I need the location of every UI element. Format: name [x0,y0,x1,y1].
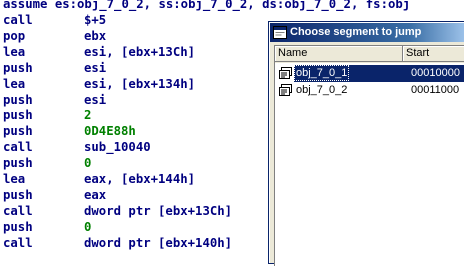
instruction-operand: esi [84,92,107,107]
instruction-mnemonic: push [3,92,33,107]
instruction-mnemonic: call [3,140,33,155]
instruction-operand: esi, [ebx+134h] [84,76,196,91]
segment-icon [279,84,292,96]
instruction-mnemonic: push [3,187,33,202]
segment-name: obj_7_0_2 [296,84,348,96]
instruction-operand: sub_10040 [84,140,151,155]
instruction-operand: esi [84,60,107,75]
instruction-mnemonic: push [3,219,33,234]
instruction-operand: $+5 [84,13,107,27]
segment-name: obj_7_0_1 [294,65,350,81]
column-header-name[interactable]: Name [275,46,403,62]
segment-list[interactable]: Name Start obj_7_0_1 00010000 obj_7_0_2 … [274,45,464,266]
window-icon [273,26,287,39]
instruction-operand: 0D4E88h [84,124,136,139]
instruction-operand: dword ptr [ebx+13Ch] [84,203,233,218]
segment-icon [279,67,292,79]
instruction-mnemonic: push [3,156,33,171]
instruction-operand: 0 [84,219,92,234]
list-header: Name Start [275,46,464,63]
instruction-operand: 0 [84,156,92,171]
instruction-operand: dword ptr [ebx+140h] [84,235,233,250]
instruction-mnemonic: push [3,124,33,139]
segment-start: 00010000 [411,67,460,79]
instruction-mnemonic: lea [3,76,26,91]
instruction-operand: ebx [84,28,107,43]
segment-row[interactable]: obj_7_0_2 00011000 [275,82,464,99]
instruction-mnemonic: call [3,13,33,27]
instruction-operand: eax [84,187,107,202]
instruction-mnemonic: lea [3,44,26,59]
instruction-mnemonic: push [3,108,33,123]
instruction-operand: esi, [ebx+13Ch] [84,44,196,59]
dialog-title-bar[interactable]: Choose segment to jump [270,23,464,42]
choose-segment-dialog[interactable]: Choose segment to jump Name Start obj_7_… [269,22,464,266]
segment-start: 00011000 [411,84,460,96]
instruction-mnemonic: push [3,60,33,75]
column-header-start[interactable]: Start [403,46,464,62]
segment-row[interactable]: obj_7_0_1 00010000 [275,65,464,82]
instruction-mnemonic: pop [3,28,26,43]
instruction-mnemonic: lea [3,172,26,186]
assume-line: assume es:obj_7_0_2, ss:obj_7_0_2, ds:ob… [0,0,410,12]
instruction-mnemonic: call [3,203,33,218]
instruction-mnemonic: call [3,235,33,250]
assume-text: assume es:obj_7_0_2, ss:obj_7_0_2, ds:ob… [3,0,411,11]
instruction-operand: 2 [84,108,92,123]
instruction-operand: eax, [ebx+144h] [84,172,196,186]
dialog-title: Choose segment to jump [290,26,422,38]
